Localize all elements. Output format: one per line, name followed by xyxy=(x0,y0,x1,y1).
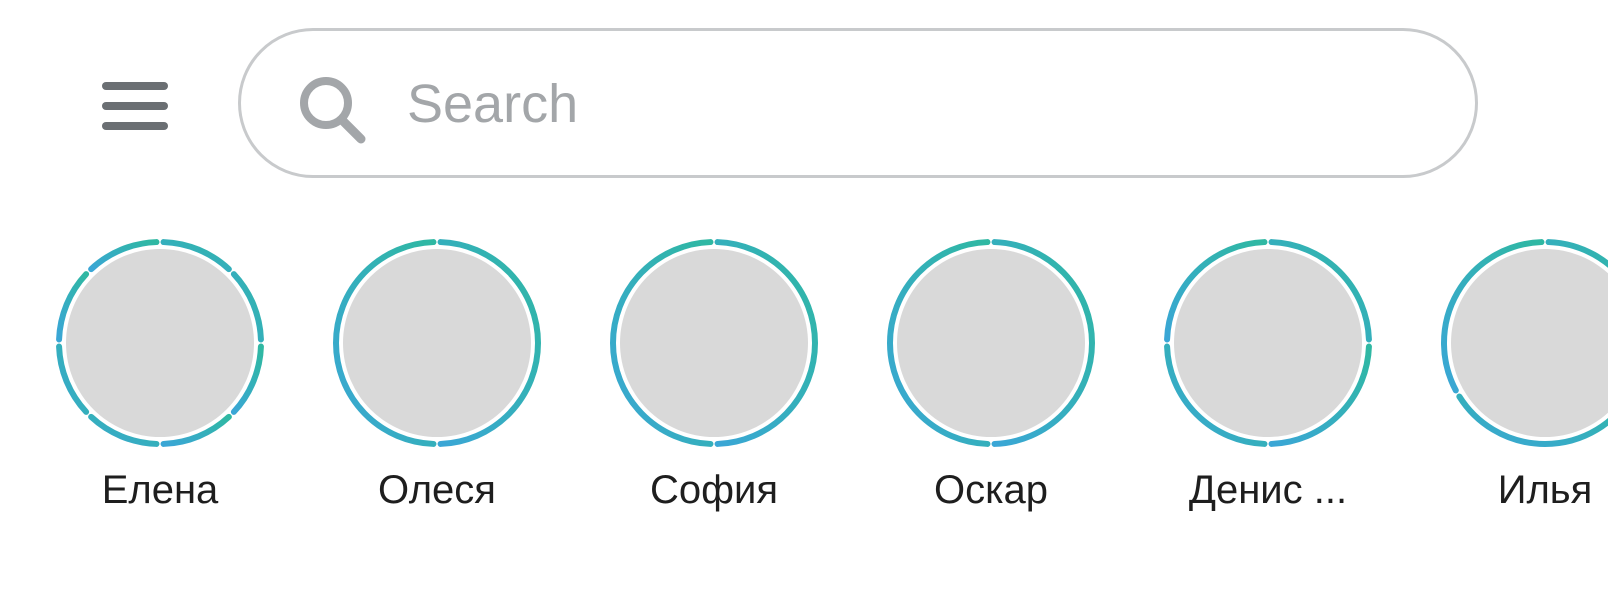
story-name: Илья xyxy=(1497,468,1593,512)
story-avatar xyxy=(56,239,264,447)
story-name: Елена xyxy=(101,468,219,512)
search-bar[interactable] xyxy=(238,28,1478,178)
story-item[interactable]: Оскар xyxy=(861,236,1121,526)
menu-icon-bar xyxy=(102,102,168,110)
story-avatar xyxy=(1441,239,1608,447)
search-input[interactable] xyxy=(407,67,1407,141)
avatar-placeholder xyxy=(343,249,531,437)
story-item[interactable]: Елена xyxy=(30,236,290,526)
story-item[interactable]: Илья xyxy=(1415,236,1608,526)
story-item[interactable]: София xyxy=(584,236,844,526)
story-name: Олеся xyxy=(378,468,496,512)
story-avatar xyxy=(333,239,541,447)
story-name: Оскар xyxy=(934,468,1048,512)
avatar-placeholder xyxy=(66,249,254,437)
search-icon xyxy=(300,77,366,144)
story-avatar xyxy=(1164,239,1372,447)
avatar-placeholder xyxy=(897,249,1085,437)
menu-icon-bar xyxy=(102,82,168,90)
stories-row: Елена Олеся София Оскар Денис ... Илья xyxy=(0,236,1608,536)
menu-button[interactable] xyxy=(96,78,174,134)
story-name: София xyxy=(649,468,779,512)
story-name: Денис ... xyxy=(1188,468,1348,512)
avatar-placeholder xyxy=(620,249,808,437)
avatar-placeholder xyxy=(1174,249,1362,437)
story-avatar xyxy=(610,239,818,447)
story-item[interactable]: Денис ... xyxy=(1138,236,1398,526)
story-item[interactable]: Олеся xyxy=(307,236,567,526)
avatar-placeholder xyxy=(1451,249,1608,437)
story-avatar xyxy=(887,239,1095,447)
menu-icon-bar xyxy=(102,122,168,130)
